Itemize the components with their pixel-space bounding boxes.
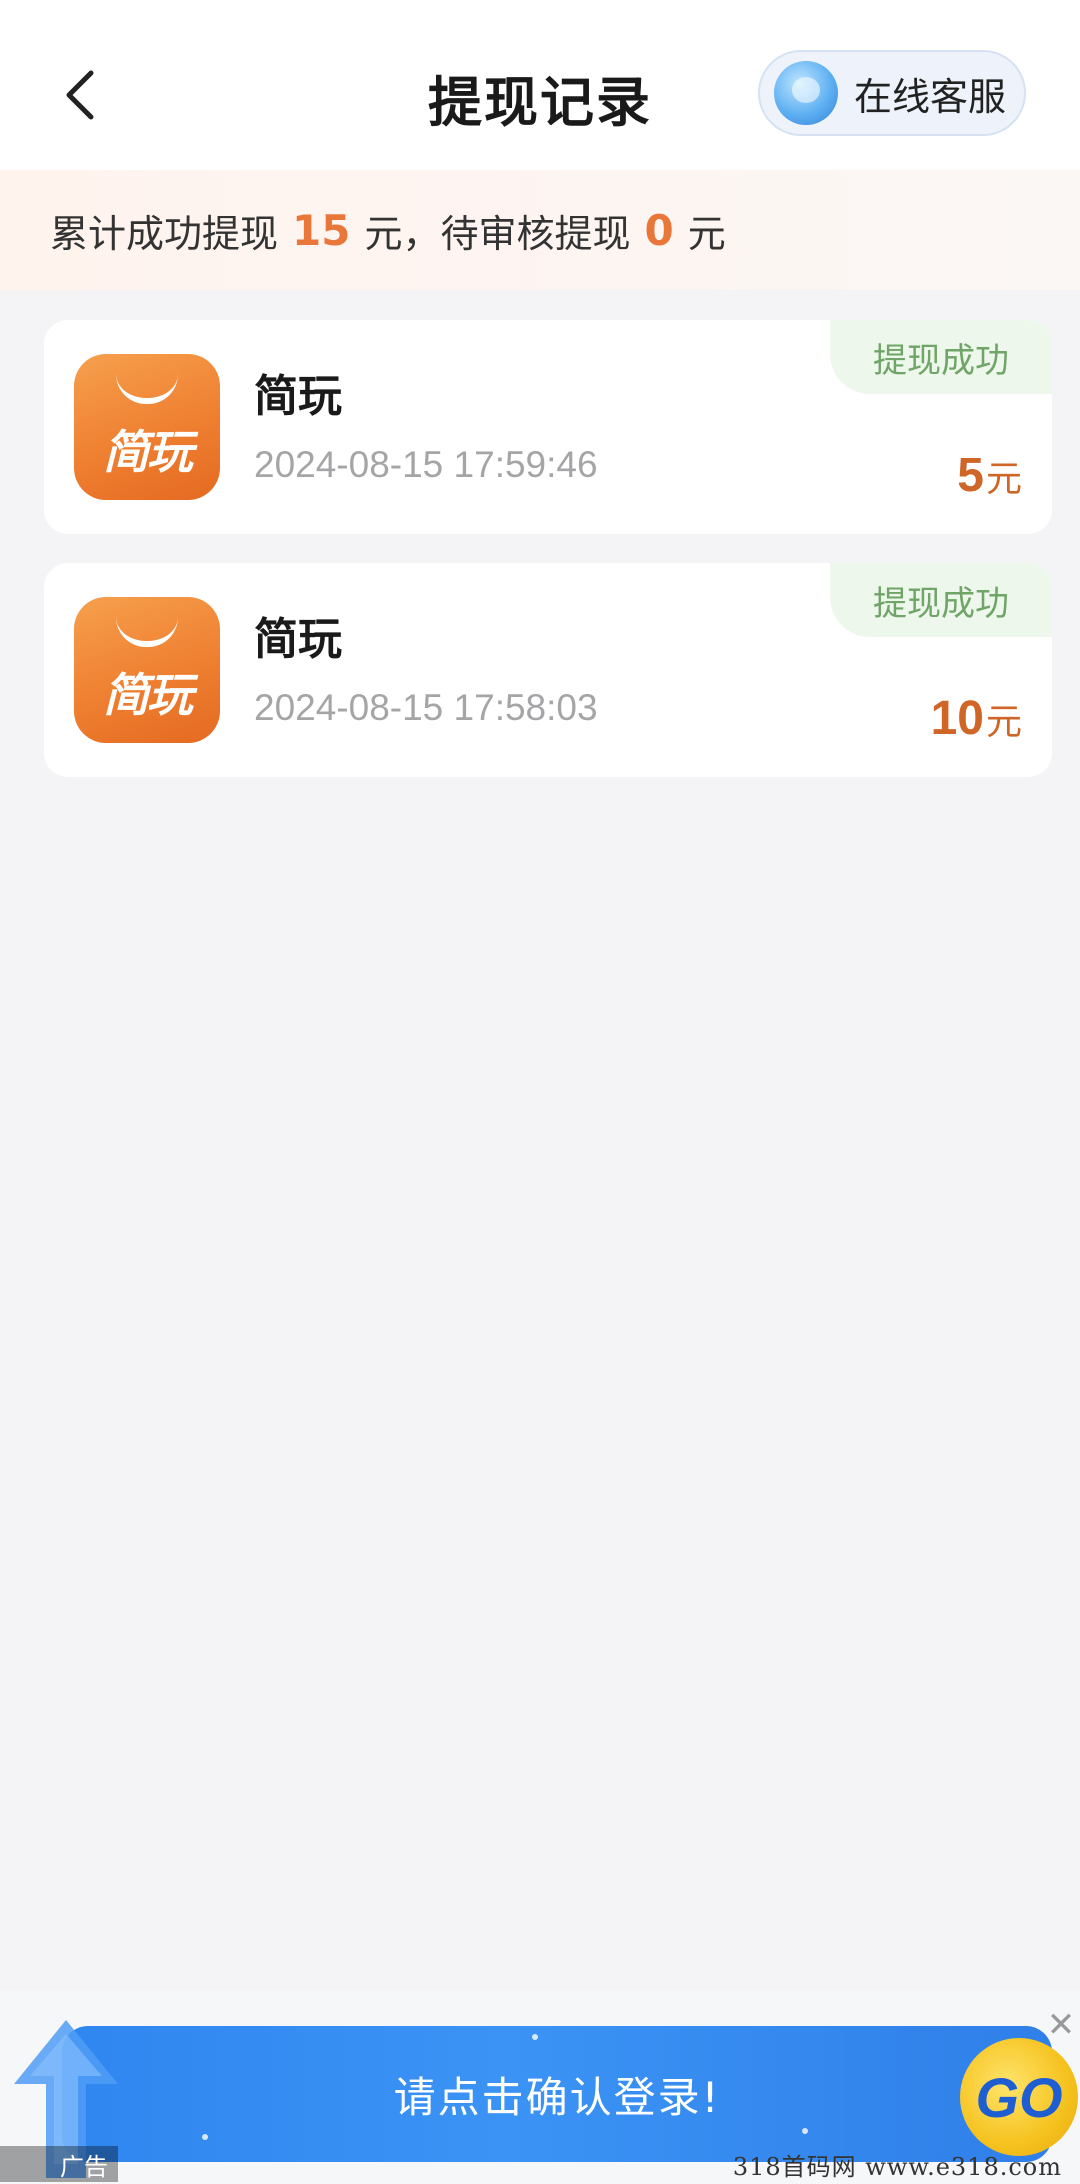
status-badge: 提现成功 — [830, 563, 1052, 637]
amount-value: 10 — [930, 692, 984, 745]
smile-icon — [116, 374, 178, 404]
ad-text: 请点击确认登录! — [393, 2072, 721, 2122]
record-amount: 5 元 — [957, 448, 1022, 503]
app-icon-text: 简玩 — [103, 668, 193, 722]
record-time: 2024-08-15 17:58:03 — [254, 687, 598, 728]
close-icon[interactable]: ✕ — [1044, 2005, 1078, 2045]
sparkle-dot — [802, 2128, 808, 2134]
summary-prefix: 累计成功提现 — [50, 211, 279, 256]
withdraw-record-card[interactable]: 简玩 简玩 2024-08-15 17:59:46 提现成功 5 元 — [44, 320, 1052, 534]
ad-bar: 请点击确认登录! GO ✕ 广告 318首码网 www.e318.com — [0, 1990, 1080, 2184]
amount-unit: 元 — [985, 459, 1022, 500]
online-service-label: 在线客服 — [854, 74, 1007, 119]
sparkle-dot — [532, 2034, 538, 2040]
app-icon: 简玩 — [74, 354, 220, 500]
summary-unit-1: 元，待审核提现 — [364, 211, 631, 256]
status-badge: 提现成功 — [830, 320, 1052, 394]
app-icon: 简玩 — [74, 597, 220, 743]
ad-tag: 广告 — [0, 2146, 118, 2182]
summary-success-amount: 15 — [292, 205, 351, 255]
record-app-name: 简玩 — [254, 371, 342, 422]
ad-banner[interactable]: 请点击确认登录! — [62, 2026, 1052, 2162]
watermark: 318首码网 www.e318.com — [732, 2153, 1062, 2181]
ad-go-button[interactable]: GO — [960, 2038, 1078, 2156]
record-amount: 10 元 — [931, 691, 1022, 746]
online-service-button[interactable]: 在线客服 — [758, 50, 1026, 136]
record-app-name: 简玩 — [254, 614, 342, 665]
summary-unit-2: 元 — [687, 211, 726, 256]
summary-pending-amount: 0 — [644, 205, 674, 255]
sparkle-dot — [202, 2134, 208, 2140]
smile-icon — [116, 617, 178, 647]
withdraw-record-card[interactable]: 简玩 简玩 2024-08-15 17:58:03 提现成功 10 元 — [44, 563, 1052, 777]
top-bar: 提现记录 在线客服 — [0, 0, 1080, 170]
amount-unit: 元 — [985, 702, 1022, 743]
record-time: 2024-08-15 17:59:46 — [254, 444, 598, 485]
app-icon-text: 简玩 — [103, 425, 193, 479]
service-avatar-icon — [774, 61, 838, 125]
withdraw-summary: 累计成功提现 15 元，待审核提现 0 元 — [0, 170, 1080, 290]
amount-value: 5 — [957, 449, 984, 502]
